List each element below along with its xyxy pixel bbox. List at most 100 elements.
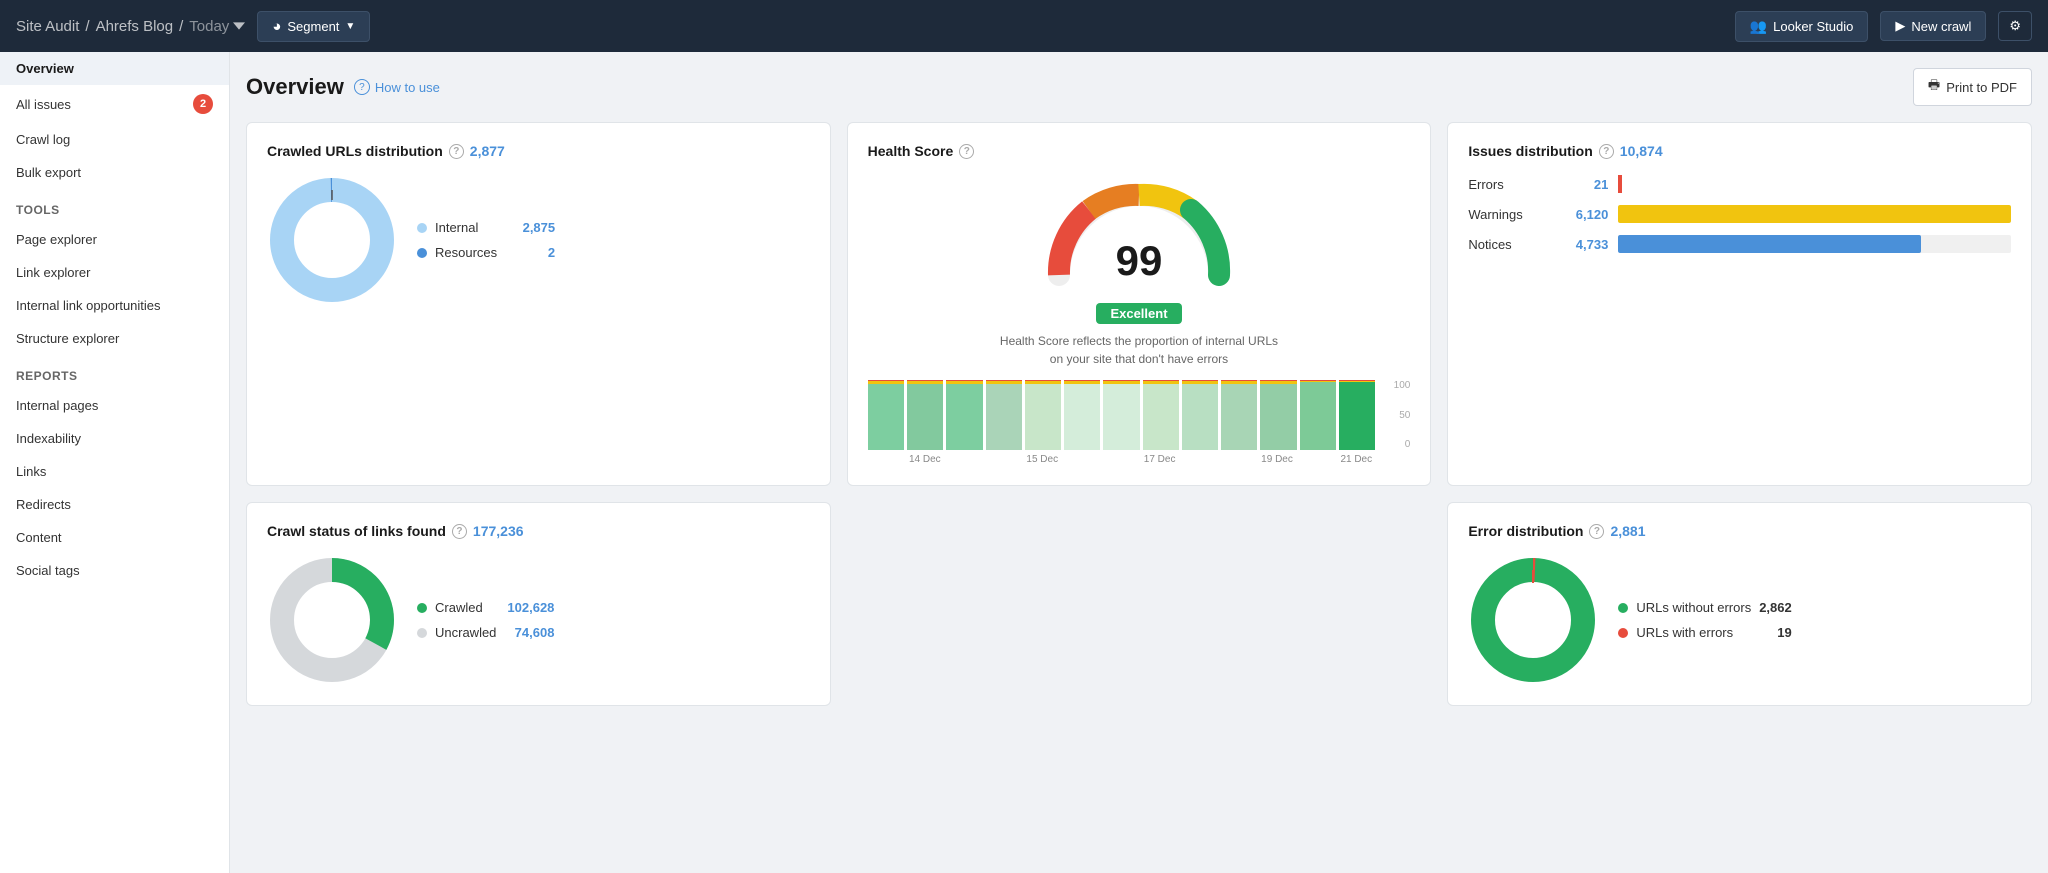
bar-green: [1182, 384, 1218, 450]
x-label-15dec: 15 Dec: [985, 454, 1099, 465]
health-score-help[interactable]: ?: [959, 144, 974, 159]
print-icon: 🖶: [1928, 76, 1940, 98]
bar-col-10: [1221, 380, 1257, 450]
segment-button[interactable]: ◕ Segment ▼: [257, 11, 370, 42]
cards-grid-bottom: Crawl status of links found ? 177,236 Cr…: [246, 502, 2032, 706]
print-to-pdf-button[interactable]: 🖶 Print to PDF: [1913, 68, 2032, 106]
bar-col-1: [868, 380, 904, 450]
cards-grid-top: Crawled URLs distribution ? 2,877 I: [246, 122, 2032, 486]
issues-distribution-card: Issues distribution ? 10,874 Errors 21 W…: [1447, 122, 2032, 486]
error-distribution-help[interactable]: ?: [1589, 524, 1604, 539]
settings-button[interactable]: ⚙: [1998, 11, 2032, 41]
issues-errors-row: Errors 21: [1468, 175, 2011, 193]
top-navigation: Site Audit / Ahrefs Blog / Today ◕ Segme…: [0, 0, 2048, 52]
crawled-urls-legend: Internal 2,875 Resources 2: [417, 220, 555, 260]
warnings-bar-container: [1618, 205, 2011, 223]
health-score-content: 99 Excellent Health Score reflects the p…: [868, 175, 1411, 465]
sidebar: Overview All issues 2 Crawl log Bulk exp…: [0, 52, 230, 873]
issues-warnings-row: Warnings 6,120: [1468, 205, 2011, 223]
sidebar-item-crawl-log[interactable]: Crawl log: [0, 123, 229, 156]
sidebar-item-structure-explorer[interactable]: Structure explorer: [0, 322, 229, 355]
page-title: Overview: [246, 74, 344, 100]
legend-urls-without: URLs without errors 2,862: [1618, 600, 1791, 615]
sidebar-item-indexability[interactable]: Indexability: [0, 422, 229, 455]
sidebar-item-overview[interactable]: Overview: [0, 52, 229, 85]
bar-green: [986, 384, 1022, 450]
sidebar-item-social-tags[interactable]: Social tags: [0, 554, 229, 587]
legend-uncrawled: Uncrawled 74,608: [417, 625, 554, 640]
sidebar-item-links[interactable]: Links: [0, 455, 229, 488]
bar-col-4: [986, 380, 1022, 450]
gauge-score: 99: [1116, 237, 1163, 285]
sidebar-item-all-issues[interactable]: All issues 2: [0, 85, 229, 123]
bottom-middle-placeholder: [847, 502, 1432, 706]
issues-help[interactable]: ?: [1599, 144, 1614, 159]
sidebar-item-bulk-export[interactable]: Bulk export: [0, 156, 229, 189]
today-dropdown[interactable]: Today: [189, 18, 245, 35]
without-errors-dot: [1618, 603, 1628, 613]
issues-distribution-title: Issues distribution ? 10,874: [1468, 143, 2011, 159]
sep1: /: [85, 18, 89, 35]
sidebar-item-page-explorer[interactable]: Page explorer: [0, 223, 229, 256]
internal-dot: [417, 223, 427, 233]
bar-green: [1260, 384, 1296, 451]
crawl-status-title: Crawl status of links found ? 177,236: [267, 523, 810, 539]
breadcrumb: Site Audit / Ahrefs Blog / Today: [16, 18, 245, 35]
crawl-status-help[interactable]: ?: [452, 524, 467, 539]
looker-studio-button[interactable]: 👥 Looker Studio: [1735, 11, 1869, 42]
bar-green: [946, 384, 982, 450]
bar-col-8: [1143, 380, 1179, 450]
error-distribution-chart: URLs without errors 2,862 URLs with erro…: [1468, 555, 2011, 685]
crawled-urls-title: Crawled URLs distribution ? 2,877: [267, 143, 810, 159]
crawled-urls-donut: [267, 175, 397, 305]
blog-label[interactable]: Ahrefs Blog: [96, 18, 174, 35]
sidebar-item-internal-pages[interactable]: Internal pages: [0, 389, 229, 422]
sidebar-item-content[interactable]: Content: [0, 521, 229, 554]
y-axis: 100 50 0: [1380, 380, 1410, 450]
uncrawled-dot: [417, 628, 427, 638]
sidebar-item-link-explorer[interactable]: Link explorer: [0, 256, 229, 289]
question-icon: ?: [354, 79, 370, 95]
sep2: /: [179, 18, 183, 35]
error-donut: [1468, 555, 1598, 685]
main-content: Overview ? How to use 🖶 Print to PDF Cra…: [230, 52, 2048, 873]
crawl-status-donut: [267, 555, 397, 685]
x-label-14dec: 14 Dec: [868, 454, 982, 465]
page-header: Overview ? How to use 🖶 Print to PDF: [246, 68, 2032, 106]
error-distribution-title: Error distribution ? 2,881: [1468, 523, 2011, 539]
bar-col-13: [1339, 380, 1375, 450]
main-layout: Overview All issues 2 Crawl log Bulk exp…: [0, 52, 2048, 873]
crawled-urls-help[interactable]: ?: [449, 144, 464, 159]
bar-green: [907, 384, 943, 450]
bar-green: [1143, 384, 1179, 450]
legend-resources: Resources 2: [417, 245, 555, 260]
sidebar-item-redirects[interactable]: Redirects: [0, 488, 229, 521]
bar-col-12: [1300, 380, 1336, 450]
legend-urls-with: URLs with errors 19: [1618, 625, 1791, 640]
crawled-dot: [417, 603, 427, 613]
bar-green: [1300, 382, 1336, 450]
crawl-status-legend: Crawled 102,628 Uncrawled 74,608: [417, 600, 554, 640]
bar-green: [868, 384, 904, 450]
warnings-bar: [1618, 205, 2011, 223]
resources-dot: [417, 248, 427, 258]
bar-green: [1025, 384, 1061, 450]
page-header-left: Overview ? How to use: [246, 74, 440, 100]
how-to-use-link[interactable]: ? How to use: [354, 79, 440, 95]
new-crawl-button[interactable]: ▶ New crawl: [1880, 11, 1986, 41]
bar-chart-x-labels: 14 Dec 15 Dec 17 Dec 19 Dec 21 Dec: [868, 454, 1411, 465]
bar-green: [1064, 384, 1100, 450]
site-audit-label[interactable]: Site Audit: [16, 18, 79, 35]
bar-green: [1221, 384, 1257, 451]
health-score-card: Health Score ?: [847, 122, 1432, 486]
gear-icon: ⚙: [2009, 18, 2021, 34]
legend-internal: Internal 2,875: [417, 220, 555, 235]
gauge-description: Health Score reflects the proportion of …: [999, 332, 1279, 368]
bar-green: [1339, 382, 1375, 450]
bar-green: [1103, 384, 1139, 450]
bar-col-7: [1103, 380, 1139, 450]
x-label-17dec: 17 Dec: [1102, 454, 1216, 465]
sidebar-item-internal-link-opportunities[interactable]: Internal link opportunities: [0, 289, 229, 322]
with-errors-dot: [1618, 628, 1628, 638]
bar-col-5: [1025, 380, 1061, 450]
